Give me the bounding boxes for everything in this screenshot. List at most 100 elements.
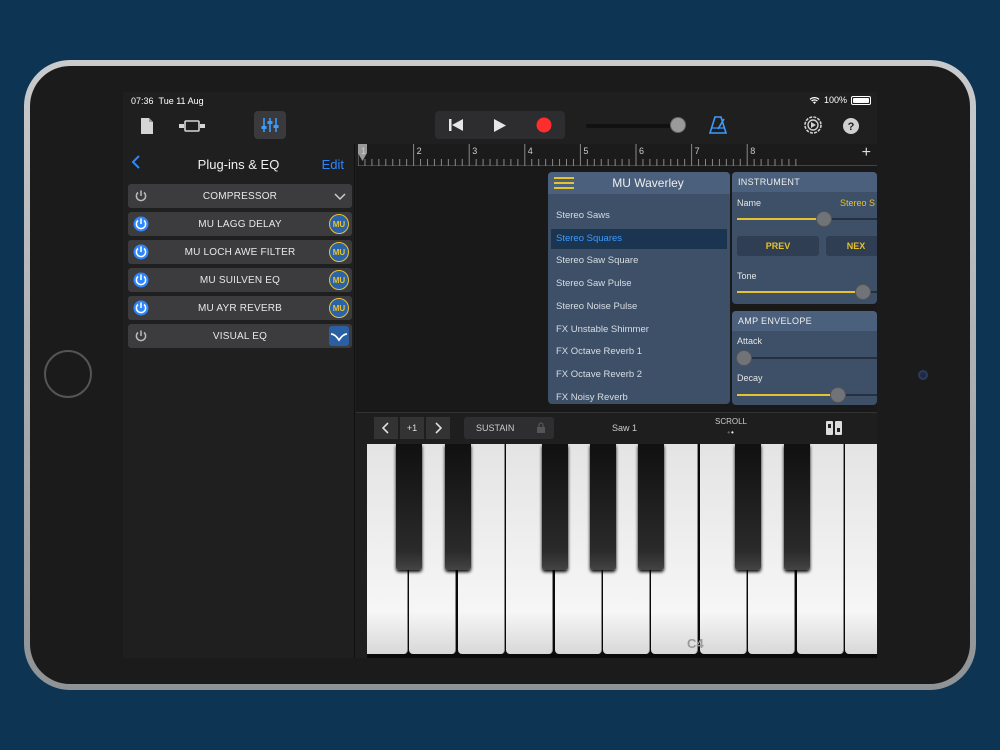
plugin-slot[interactable]: MU AYR REVERB MU [128,296,352,320]
black-key[interactable] [590,444,616,570]
attack-slider[interactable] [737,357,877,359]
view-toggle-button[interactable] [175,114,209,138]
preset-item[interactable]: Stereo Saws [551,206,727,226]
lock-icon[interactable] [536,422,546,433]
home-button[interactable] [44,350,92,398]
ruler-bar-number: 5 [583,146,589,156]
name-value: Stereo S [840,198,876,208]
black-key[interactable] [638,444,665,570]
timeline-ruler[interactable]: 1 2 3 4 5 6 7 8 + [358,144,877,166]
ruler-bar-number: 6 [639,146,645,156]
metronome-button[interactable] [707,113,729,137]
plugin-name: COMPRESSOR [202,190,278,202]
decay-slider-knob[interactable] [829,387,846,403]
black-key[interactable] [541,444,568,570]
garageband-screen: 07:36 Tue 11 Aug 100% ? Plug-ins & EQ Ed… [123,92,877,658]
mu-plugin-badge[interactable]: MU [329,214,349,234]
preset-item[interactable]: Stereo Squares [551,228,727,249]
octave-down-button[interactable] [374,417,398,439]
skip-back-icon [449,119,463,131]
name-slider[interactable] [737,218,877,220]
status-bar: 07:36 Tue 11 Aug 100% [123,92,877,110]
battery-percent: 100% [823,95,847,105]
preset-item[interactable]: FX Octave Reverb 1 [551,342,727,362]
metronome-icon [709,116,727,134]
tone-label: Tone [737,271,757,281]
visual-eq-icon[interactable] [329,326,349,346]
toolbar: ? [123,110,877,142]
plugin-slot[interactable]: MU LAGG DELAY MU [128,212,352,236]
go-to-beginning-button[interactable] [435,111,477,139]
piano-keyboard[interactable]: C4 [367,444,877,658]
add-section-button[interactable]: + [862,144,871,162]
transport-controls [435,111,565,139]
instrument-params: INSTRUMENT Name Stereo S PREV NEX Tone [732,172,877,304]
plugin-name: MU AYR REVERB [197,302,283,314]
chevron-right-icon [435,422,442,434]
plugin-name: VISUAL EQ [212,330,268,342]
page-dots: •• [727,428,735,437]
mu-plugin-badge[interactable]: MU [329,270,349,290]
sustain-button[interactable]: SUSTAIN [464,417,554,439]
name-label: Name [737,198,762,208]
record-button[interactable] [523,111,565,139]
name-slider-knob[interactable] [815,211,832,227]
mu-plugin-badge[interactable]: MU [329,242,349,262]
play-button[interactable] [479,111,521,139]
preset-item[interactable]: Stereo Saw Square [551,251,727,271]
wifi-icon [809,96,820,104]
chevron-left-icon [382,422,389,434]
panel-header: Plug-ins & EQ Edit [123,144,354,184]
plugin-slot[interactable]: VISUAL EQ [128,324,352,348]
instrument-title: MU Waverley [612,176,684,190]
status-time: 07:36 [131,96,154,106]
black-key[interactable] [444,444,471,570]
preset-item[interactable]: FX Octave Reverb 2 [551,365,727,385]
plugin-slot[interactable]: MU SUILVEN EQ MU [128,268,352,292]
instrument-header: INSTRUMENT [732,172,877,192]
mu-plugin-badge[interactable]: MU [329,298,349,318]
ruler-ticks [358,144,797,166]
instrument-preset-panel: MU Waverley Stereo Saws Stereo Squares Ste… [548,172,730,404]
plugin-name: MU LAGG DELAY [198,218,282,230]
preset-item[interactable]: FX Unstable Shimmer [551,320,727,340]
preset-item[interactable]: Stereo Saw Pulse [551,274,727,294]
white-key[interactable] [845,444,877,654]
plugin-slot[interactable]: COMPRESSOR [128,184,352,208]
keyboard-controls-bar: +1 SUSTAIN Saw 1 SCROLL •• [356,412,877,442]
octave-up-button[interactable] [426,417,450,439]
decay-slider[interactable] [737,394,877,396]
c4-label: C4 [687,636,704,651]
record-icon [536,117,552,133]
edit-button[interactable]: Edit [322,157,344,172]
prev-button[interactable]: PREV [737,236,819,256]
ruler-bar-number: 3 [472,146,478,156]
help-button[interactable]: ? [840,115,862,137]
song-settings-button[interactable] [802,114,824,136]
chevron-down-icon[interactable] [334,190,346,202]
octave-indicator: +1 [400,417,424,439]
play-icon [494,118,506,132]
preset-panel-header: MU Waverley [548,172,730,194]
ruler-bar-number: 2 [416,146,422,156]
next-button[interactable]: NEX [826,236,877,256]
help-icon: ? [843,118,859,134]
scroll-label: SCROLL [714,417,747,426]
tone-slider-knob[interactable] [855,284,871,300]
sound-name[interactable]: Saw 1 [612,423,637,433]
ruler-bar-number: 4 [527,146,533,156]
attack-slider-knob[interactable] [736,350,752,366]
black-key[interactable] [735,444,762,570]
preset-item[interactable]: Stereo Noise Pulse [551,297,727,317]
master-volume-knob[interactable] [670,117,686,133]
black-key[interactable] [396,444,423,570]
keyboard-layout-icon[interactable] [824,418,844,438]
plugin-slot[interactable]: MU LOCH AWE FILTER MU [128,240,352,264]
my-songs-button[interactable] [137,114,157,138]
black-key[interactable] [783,444,810,570]
master-volume-slider[interactable] [586,124,680,128]
attack-label: Attack [737,336,763,346]
preset-item[interactable]: FX Noisy Reverb [551,388,727,404]
mixer-button[interactable] [254,111,286,139]
scroll-toggle[interactable]: SCROLL •• [714,417,748,437]
